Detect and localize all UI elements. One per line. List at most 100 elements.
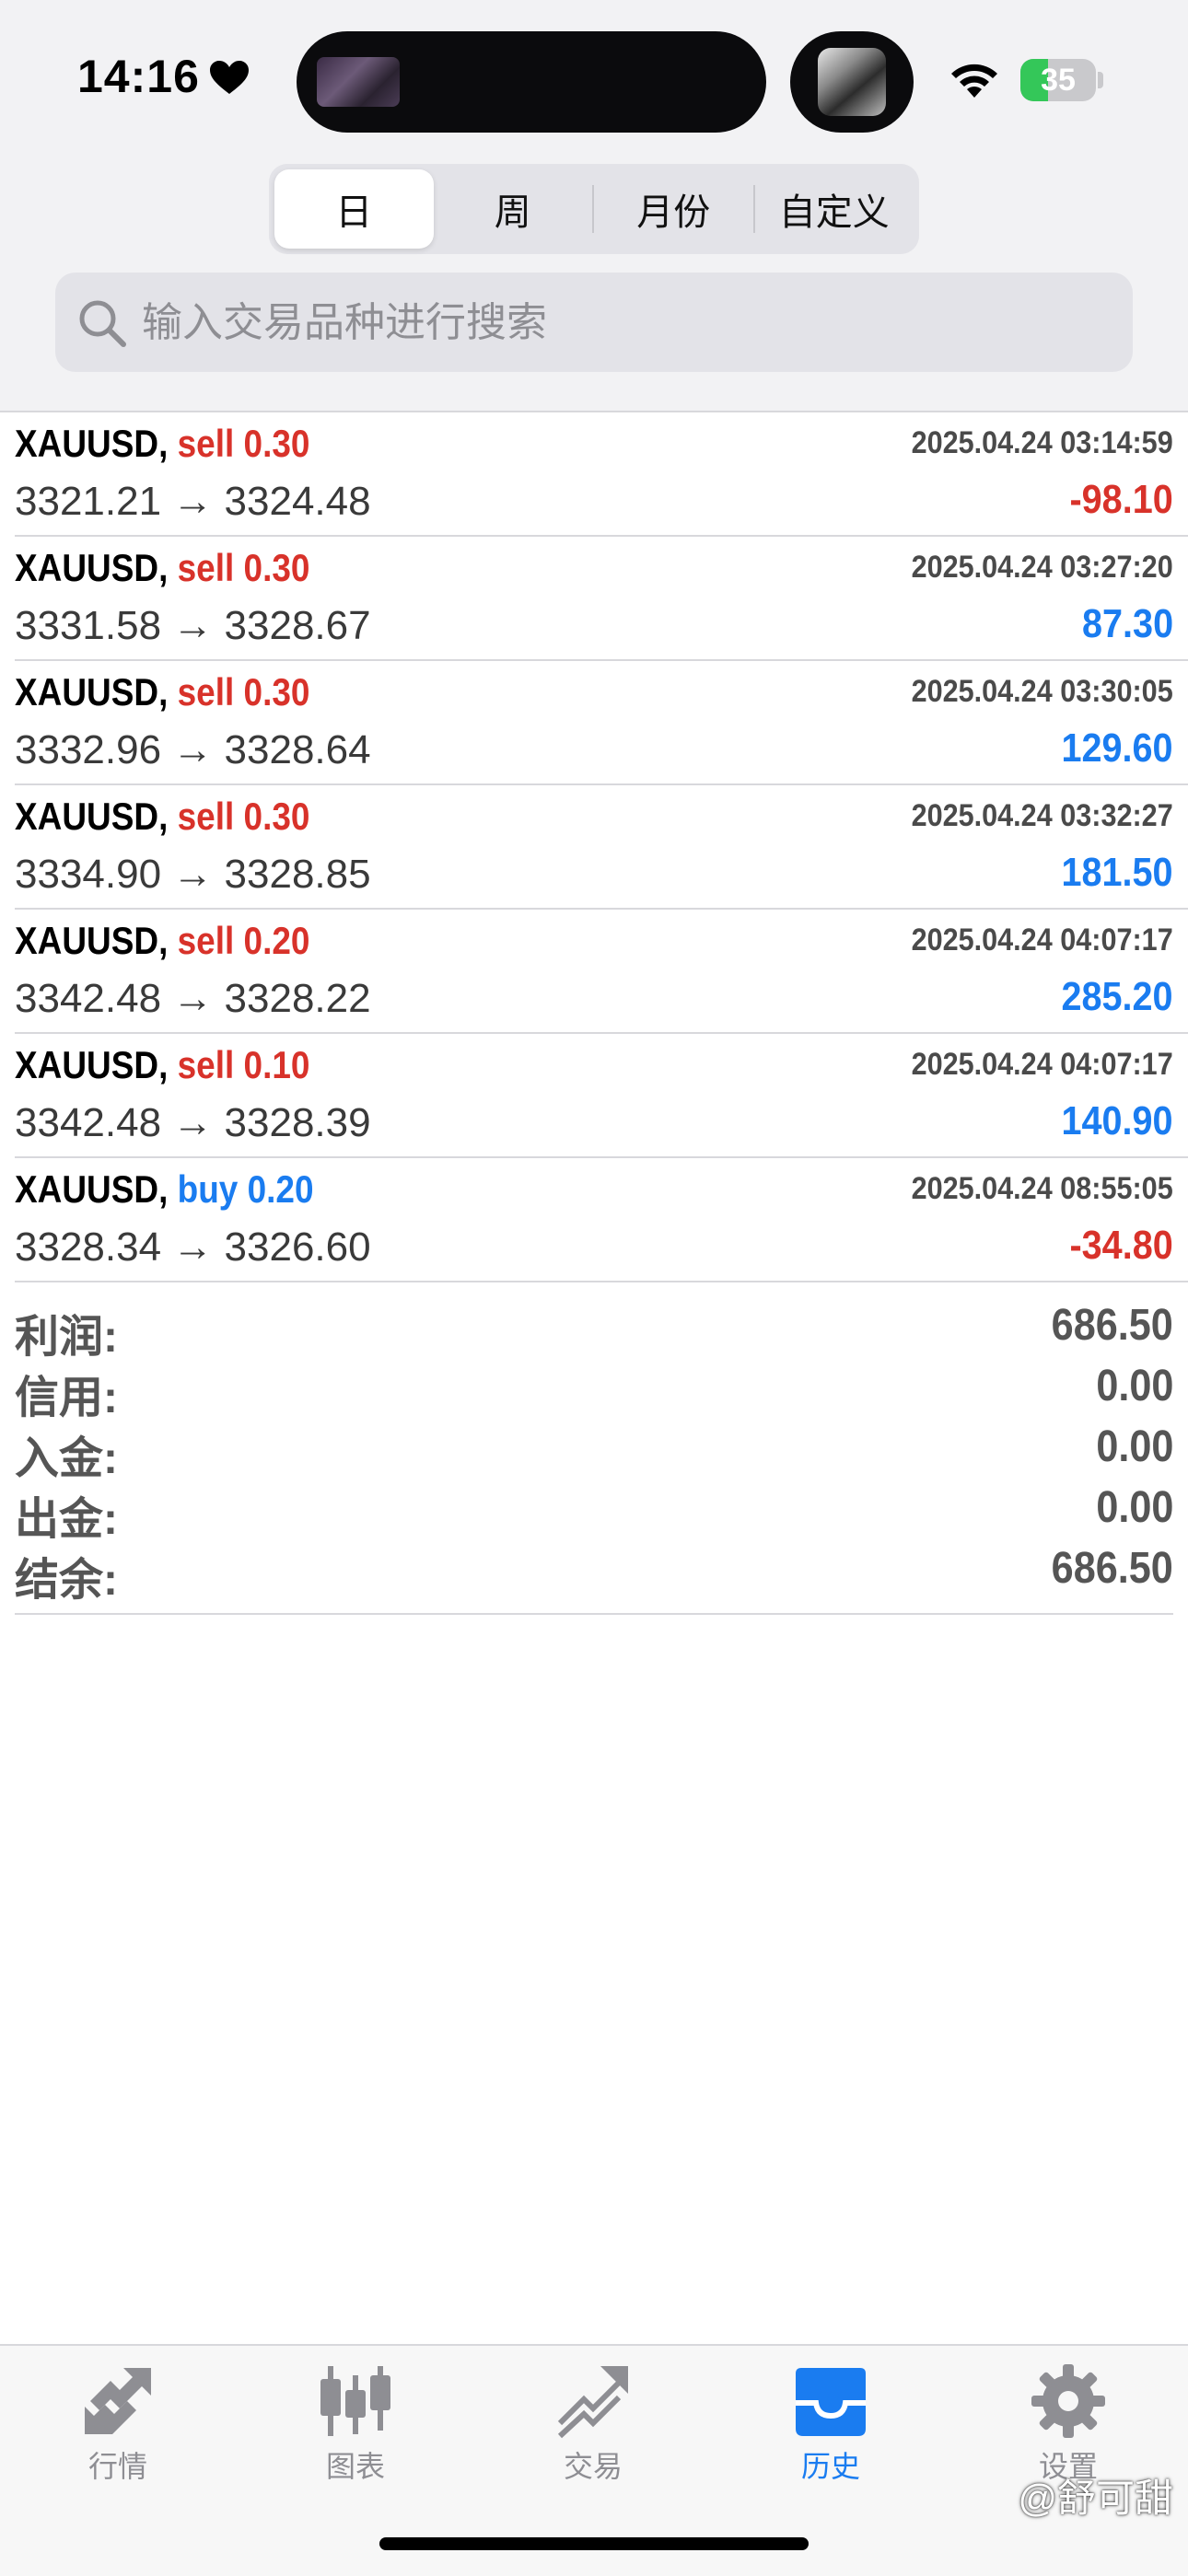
summary-row-deposit: 入金: 0.00 [15,1416,1173,1483]
trade-prices: 3331.58 → 3328.67 [15,603,371,649]
summary-label: 结余: [15,1556,118,1605]
trade-icon [557,2366,628,2439]
trade-title: XAUUSD, sell 0.30 [15,546,309,590]
battery-cap [1098,72,1103,88]
trade-symbol: XAUUSD, [15,670,169,714]
status-time: 14:16 [77,51,200,102]
wifi-icon [951,64,997,98]
trade-prices: 3342.48 → 3328.39 [15,1100,371,1146]
trade-volume: 0.10 [243,1043,310,1086]
live-activity-bubble[interactable] [790,31,914,133]
trade-profit: -98.10 [1069,477,1173,522]
close-price: 3324.48 [224,479,371,524]
arrow: → [172,852,214,897]
account-summary: 利润: 686.50 信用: 0.00 入金: 0.00 出金: 0.00 结余… [15,1294,1173,1615]
tab-label: 图表 [325,2450,385,2483]
summary-value: 0.00 [1095,1362,1173,1410]
trade-time: 2025.04.24 03:27:20 [911,550,1173,585]
quotes-icon [85,2368,151,2434]
close-price: 3328.39 [224,1100,371,1145]
summary-value: 0.00 [1095,1422,1173,1471]
trade-side: sell [177,670,235,714]
open-price: 3334.90 [15,852,162,897]
header-area: 14:16 35 日 周 月份 自定义 [0,0,1188,412]
trade-title: XAUUSD, buy 0.20 [15,1167,314,1212]
segment-day[interactable]: 日 [274,169,434,249]
trade-side: sell [177,422,235,465]
trade-row[interactable]: XAUUSD, sell 0.30 2025.04.24 03:30:05 33… [15,661,1188,785]
trade-symbol: XAUUSD, [15,919,169,962]
trade-row[interactable]: XAUUSD, sell 0.20 2025.04.24 04:07:17 33… [15,910,1188,1034]
trade-volume: 0.30 [243,546,310,589]
trade-row[interactable]: XAUUSD, sell 0.10 2025.04.24 04:07:17 33… [15,1034,1188,1158]
arrow: → [172,976,214,1021]
trade-title: XAUUSD, sell 0.20 [15,919,309,963]
open-price: 3332.96 [15,727,162,772]
now-playing-artwork [317,57,400,107]
home-indicator[interactable] [379,2537,809,2550]
trade-title: XAUUSD, sell 0.10 [15,1043,309,1087]
trade-row[interactable]: XAUUSD, sell 0.30 2025.04.24 03:14:59 33… [15,412,1188,537]
tab-history[interactable]: 历史 [729,2346,932,2502]
summary-row-credit: 信用: 0.00 [15,1355,1173,1422]
search-icon [79,300,126,347]
trade-profit: 285.20 [1061,974,1173,1019]
open-price: 3342.48 [15,976,162,1021]
summary-value: 686.50 [1051,1301,1173,1350]
close-price: 3328.85 [224,852,371,897]
summary-row-profit: 利润: 686.50 [15,1294,1173,1362]
segment-custom[interactable]: 自定义 [755,169,914,249]
trade-volume: 0.30 [243,670,310,714]
tab-chart[interactable]: 图表 [254,2346,457,2502]
trade-prices: 3334.90 → 3328.85 [15,852,371,898]
arrow: → [172,727,214,772]
trade-profit: 87.30 [1081,601,1173,646]
trade-symbol: XAUUSD, [15,1167,169,1211]
trade-profit: 129.60 [1061,725,1173,771]
trade-side: sell [177,919,235,962]
trade-symbol: XAUUSD, [15,546,169,589]
trade-row[interactable]: XAUUSD, buy 0.20 2025.04.24 08:55:05 332… [15,1158,1188,1282]
close-price: 3328.22 [224,976,371,1021]
summary-value: 0.00 [1095,1483,1173,1532]
chart-icon [320,2366,390,2436]
trade-title: XAUUSD, sell 0.30 [15,670,309,714]
close-price: 3326.60 [224,1224,371,1270]
trade-time: 2025.04.24 04:07:17 [911,922,1173,957]
settings-icon [1031,2364,1105,2438]
trade-time: 2025.04.24 03:30:05 [911,674,1173,709]
trade-volume: 0.20 [247,1167,314,1211]
trade-side: sell [177,1043,235,1086]
arrow: → [172,603,214,648]
tab-label: 行情 [87,2450,147,2483]
search-bar[interactable] [55,273,1133,374]
trade-profit: 181.50 [1061,850,1173,895]
trade-row[interactable]: XAUUSD, sell 0.30 2025.04.24 03:27:20 33… [15,537,1188,661]
open-price: 3328.34 [15,1224,162,1270]
search-input[interactable] [140,273,1120,374]
trade-time: 2025.04.24 08:55:05 [911,1171,1173,1206]
trade-time: 2025.04.24 03:14:59 [911,425,1173,460]
trade-title: XAUUSD, sell 0.30 [15,795,309,839]
segment-month[interactable]: 月份 [594,169,753,249]
trade-prices: 3332.96 → 3328.64 [15,727,371,773]
trade-profit: -34.80 [1069,1223,1173,1268]
summary-row-withdrawal: 出金: 0.00 [15,1477,1173,1544]
arrow: → [172,1224,214,1270]
segment-week[interactable]: 周 [434,169,593,249]
trade-prices: 3342.48 → 3328.22 [15,976,371,1022]
trade-symbol: XAUUSD, [15,422,169,465]
dynamic-island[interactable] [297,31,766,133]
trade-side: sell [177,546,235,589]
album-artwork [818,48,886,116]
trade-row[interactable]: XAUUSD, sell 0.30 2025.04.24 03:32:27 33… [15,785,1188,910]
tab-trade[interactable]: 交易 [492,2346,694,2502]
arrow: → [172,479,214,524]
trade-volume: 0.30 [243,795,310,838]
close-price: 3328.67 [224,603,371,648]
tab-label: 交易 [563,2450,623,2483]
trade-prices: 3328.34 → 3326.60 [15,1224,371,1271]
tab-quotes[interactable]: 行情 [17,2346,219,2502]
trade-symbol: XAUUSD, [15,795,169,838]
trade-history-list: XAUUSD, sell 0.30 2025.04.24 03:14:59 33… [0,412,1188,1282]
